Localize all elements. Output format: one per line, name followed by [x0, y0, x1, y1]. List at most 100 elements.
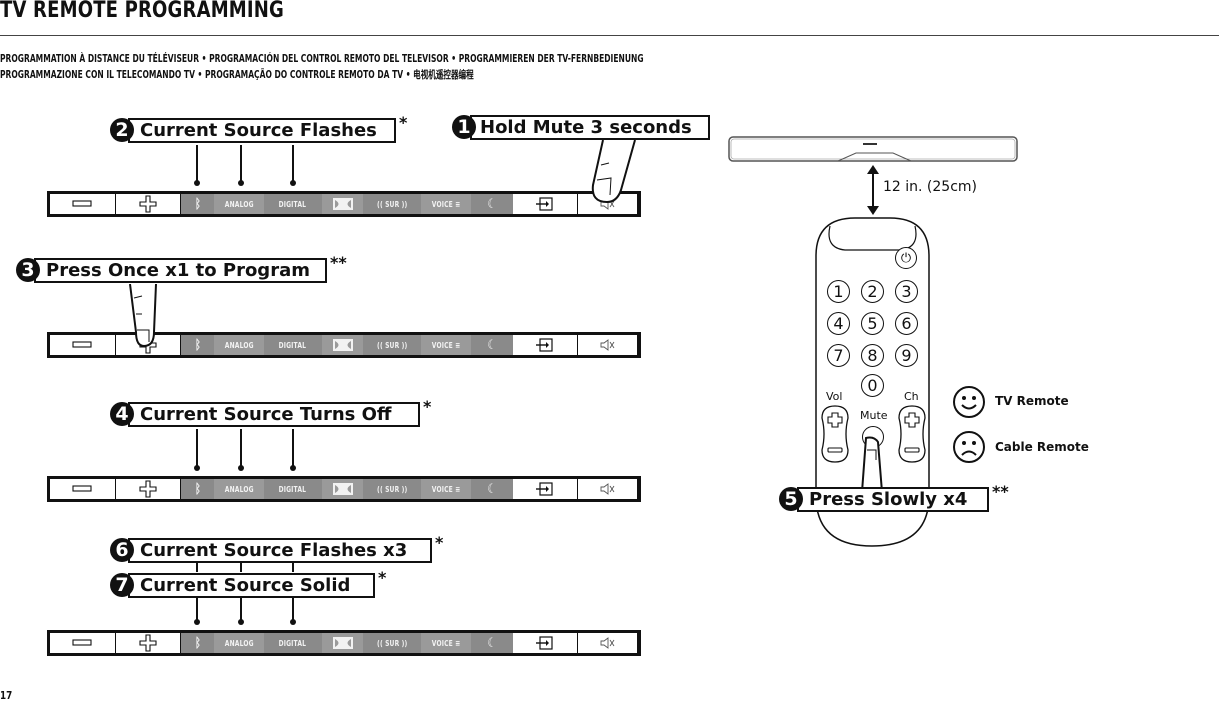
- step-3-label: Press Once x1 to Program: [46, 259, 310, 281]
- power-button[interactable]: ⏻: [895, 247, 917, 269]
- input-button[interactable]: [512, 479, 579, 499]
- mute-button[interactable]: [578, 335, 639, 355]
- surround-label: (( SUR )): [377, 199, 408, 209]
- mute-icon: [599, 338, 617, 352]
- voice-label: VOICE ≡: [431, 484, 461, 494]
- surround-button[interactable]: (( SUR )): [363, 335, 422, 355]
- voice-label: VOICE ≡: [431, 340, 461, 350]
- legend-tv-remote: TV Remote: [995, 394, 1069, 408]
- step-3-callout: 3 Press Once x1 to Program **: [16, 253, 347, 285]
- indicator-light: [290, 619, 296, 625]
- digital-button[interactable]: DIGITAL: [263, 335, 322, 355]
- keypad-key-7[interactable]: 7: [827, 344, 850, 367]
- soundbar-illustration: [728, 136, 1018, 162]
- step-6-badge: 6: [110, 538, 134, 562]
- bluetooth-button[interactable]: ᛒ: [181, 633, 215, 653]
- voice-button[interactable]: VOICE ≡: [421, 194, 471, 214]
- dolby-button[interactable]: [321, 479, 364, 499]
- distance-label: 12 in. (25cm): [883, 179, 978, 195]
- dolby-button[interactable]: [321, 194, 364, 214]
- volume-up-button[interactable]: [115, 633, 182, 653]
- volume-down-button[interactable]: [50, 335, 116, 355]
- analog-button[interactable]: ANALOG: [214, 194, 264, 214]
- bluetooth-icon: ᛒ: [194, 635, 201, 651]
- mute-button[interactable]: [578, 479, 639, 499]
- step-7-label: Current Source Solid: [140, 574, 351, 596]
- surround-button[interactable]: (( SUR )): [363, 479, 422, 499]
- step-7-callout: 7 Current Source Solid *: [110, 568, 387, 600]
- indicator-leader-line: [240, 429, 242, 468]
- moon-icon: ☾: [487, 635, 497, 651]
- input-button[interactable]: [512, 335, 579, 355]
- minus-icon: [72, 639, 92, 647]
- volume-down-button[interactable]: [50, 633, 116, 653]
- night-button[interactable]: ☾: [470, 633, 513, 653]
- analog-button[interactable]: ANALOG: [214, 633, 264, 653]
- voice-button[interactable]: VOICE ≡: [421, 633, 471, 653]
- volume-down-button[interactable]: [50, 479, 116, 499]
- digital-button[interactable]: DIGITAL: [263, 633, 322, 653]
- keypad-key-4[interactable]: 4: [827, 312, 850, 335]
- keypad-key-9[interactable]: 9: [895, 344, 918, 367]
- distance-arrow-icon: [867, 165, 879, 215]
- vol-label: Vol: [826, 390, 843, 403]
- step-2-badge: 2: [110, 118, 134, 142]
- ch-rocker[interactable]: [897, 404, 927, 464]
- step-1-badge: 1: [452, 115, 476, 139]
- step-7-mark: *: [378, 568, 387, 587]
- indicator-leader-line: [292, 145, 294, 183]
- keypad-key-3[interactable]: 3: [895, 280, 918, 303]
- keypad-key-8[interactable]: 8: [861, 344, 884, 367]
- step-5-label: Press Slowly x4: [809, 488, 968, 510]
- digital-label: DIGITAL: [279, 340, 307, 350]
- night-button[interactable]: ☾: [470, 194, 513, 214]
- finger-pressing-mute-icon: [591, 140, 636, 204]
- volume-up-button[interactable]: [115, 194, 182, 214]
- dolby-icon: [332, 339, 353, 351]
- indicator-leader-line: [196, 145, 198, 183]
- voice-button[interactable]: VOICE ≡: [421, 335, 471, 355]
- mute-button[interactable]: [578, 633, 639, 653]
- digital-label: DIGITAL: [279, 484, 307, 494]
- keypad-key-1[interactable]: 1: [827, 280, 850, 303]
- input-button[interactable]: [512, 194, 579, 214]
- dolby-icon: [332, 198, 353, 210]
- step-2-label: Current Source Flashes: [140, 119, 377, 141]
- vol-rocker[interactable]: [820, 404, 850, 464]
- input-icon: [535, 636, 554, 650]
- night-button[interactable]: ☾: [470, 335, 513, 355]
- analog-button[interactable]: ANALOG: [214, 335, 264, 355]
- digital-button[interactable]: DIGITAL: [263, 479, 322, 499]
- keypad-key-2[interactable]: 2: [861, 280, 884, 303]
- surround-button[interactable]: (( SUR )): [363, 194, 422, 214]
- keypad-key-0[interactable]: 0: [861, 374, 884, 397]
- dolby-icon: [332, 483, 353, 495]
- night-button[interactable]: ☾: [470, 479, 513, 499]
- step-7-badge: 7: [110, 573, 134, 597]
- surround-button[interactable]: (( SUR )): [363, 633, 422, 653]
- keypad-key-6[interactable]: 6: [895, 312, 918, 335]
- step-5-callout: 5 Press Slowly x4 **: [779, 482, 1009, 514]
- bluetooth-button[interactable]: ᛒ: [181, 479, 215, 499]
- dolby-button[interactable]: [321, 335, 364, 355]
- analog-button[interactable]: ANALOG: [214, 479, 264, 499]
- digital-label: DIGITAL: [279, 638, 307, 648]
- digital-button[interactable]: DIGITAL: [263, 194, 322, 214]
- step-4-label: Current Source Turns Off: [140, 403, 392, 425]
- voice-button[interactable]: VOICE ≡: [421, 479, 471, 499]
- analog-label: ANALOG: [224, 199, 254, 209]
- bluetooth-icon: ᛒ: [194, 481, 201, 497]
- indicator-light: [290, 465, 296, 471]
- subtitle-line-2: PROGRAMMAZIONE CON IL TELECOMANDO TV • P…: [0, 69, 474, 81]
- volume-up-button[interactable]: [115, 479, 182, 499]
- bluetooth-button[interactable]: ᛒ: [181, 335, 215, 355]
- step-4-callout: 4 Current Source Turns Off *: [110, 397, 431, 429]
- volume-down-button[interactable]: [50, 194, 116, 214]
- keypad-key-5[interactable]: 5: [861, 312, 884, 335]
- dolby-button[interactable]: [321, 633, 364, 653]
- minus-icon: [72, 341, 92, 349]
- indicator-leader-line: [196, 429, 198, 468]
- indicator-light: [194, 180, 200, 186]
- input-button[interactable]: [512, 633, 579, 653]
- bluetooth-button[interactable]: ᛒ: [181, 194, 215, 214]
